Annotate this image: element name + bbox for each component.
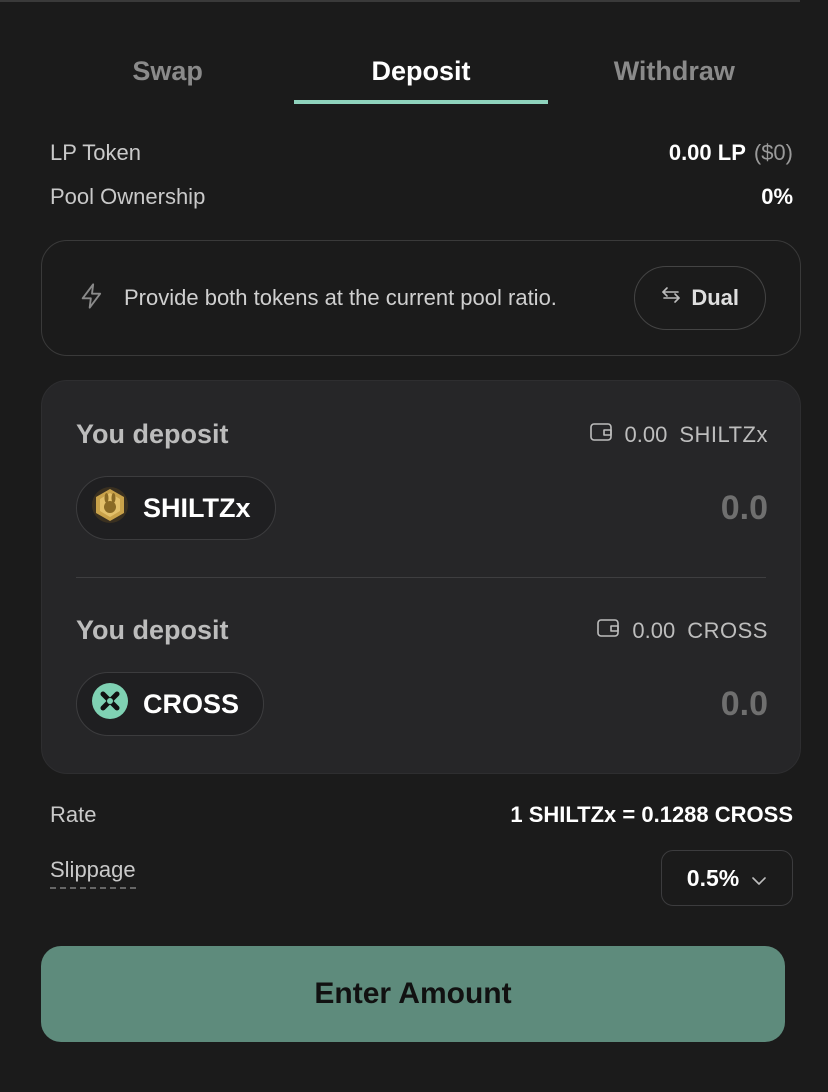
rate-row: Rate 1 SHILTZx = 0.1288 CROSS (50, 802, 793, 828)
wallet-icon (596, 617, 620, 645)
slippage-label[interactable]: Slippage (50, 857, 136, 889)
rate-value: 1 SHILTZx = 0.1288 CROSS (510, 802, 793, 827)
slippage-select[interactable]: 0.5% (661, 850, 793, 906)
amount-input-cross[interactable]: 0.0 (721, 685, 768, 724)
lp-token-amount: 0.00 LP (668, 140, 746, 165)
wallet-icon (589, 421, 613, 449)
shiltzx-token-icon (91, 486, 129, 531)
deposit-section-shiltzx: You deposit 0.00 SHILTZx SHILTZx 0.0 (76, 419, 768, 540)
tab-withdraw[interactable]: Withdraw (548, 40, 801, 104)
tab-bar: Swap Deposit Withdraw (41, 40, 801, 104)
token-name: SHILTZx (143, 492, 251, 523)
deposit-mode-box: Provide both tokens at the current pool … (41, 240, 801, 356)
balance-symbol: SHILTZx (679, 421, 768, 447)
swap-arrows-icon (661, 285, 681, 311)
balance-value: 0.00 (624, 421, 668, 447)
top-divider (0, 0, 800, 2)
deposit-card: You deposit 0.00 SHILTZx SHILTZx 0.0 You… (41, 380, 801, 774)
balance-display: 0.00 CROSS (596, 617, 768, 645)
balance-display: 0.00 SHILTZx (589, 421, 768, 449)
cross-token-icon (91, 682, 129, 727)
enter-amount-button[interactable]: Enter Amount (41, 946, 785, 1042)
token-selector-cross[interactable]: CROSS (76, 672, 265, 736)
deposit-title: You deposit (76, 615, 229, 645)
token-name: CROSS (143, 688, 240, 719)
lp-token-value: 0.00 LP ($0) (669, 140, 793, 166)
lp-token-usd: ($0) (753, 140, 793, 165)
rate-label: Rate (50, 802, 97, 827)
tab-swap[interactable]: Swap (41, 40, 294, 104)
dual-mode-label: Dual (691, 285, 739, 310)
balance-symbol: CROSS (687, 617, 768, 643)
deposit-title: You deposit (76, 419, 229, 449)
chevron-down-icon (751, 865, 767, 892)
amount-input-shiltzx[interactable]: 0.0 (721, 489, 768, 528)
mode-description: Provide both tokens at the current pool … (124, 285, 557, 310)
lp-token-row: LP Token 0.00 LP ($0) (50, 140, 793, 166)
section-divider (76, 577, 766, 578)
lightning-icon (78, 282, 106, 315)
deposit-section-cross: You deposit 0.00 CROSS CROSS 0.0 (76, 615, 768, 736)
balance-value: 0.00 (632, 617, 676, 643)
dual-mode-button[interactable]: Dual (634, 266, 766, 330)
pool-ownership-value: 0% (761, 184, 793, 209)
pool-ownership-row: Pool Ownership 0% (50, 184, 793, 210)
slippage-value: 0.5% (686, 864, 740, 891)
tab-deposit[interactable]: Deposit (294, 40, 548, 104)
lp-token-label: LP Token (50, 140, 141, 165)
pool-ownership-label: Pool Ownership (50, 184, 206, 209)
token-selector-shiltzx[interactable]: SHILTZx (76, 476, 276, 540)
